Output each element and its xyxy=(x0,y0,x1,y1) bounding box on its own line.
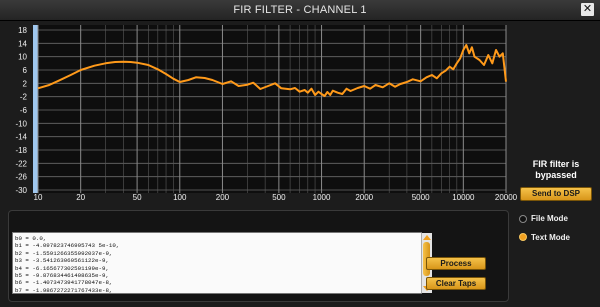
scroll-up-icon[interactable] xyxy=(423,235,431,240)
y-tick-label: 14 xyxy=(18,39,27,48)
x-axis-labels: 10 20 50 100 200 500 1000 2000 5000 10000 20000 xyxy=(34,193,518,200)
x-tick-label: 1000 xyxy=(313,193,331,200)
tap-line: b6 = -1.4073473941778047e-8, xyxy=(15,279,113,287)
y-tick-label: 2 xyxy=(23,79,28,88)
status-text: FIR filter is bypassed xyxy=(518,159,594,181)
clear-taps-button[interactable]: Clear Taps xyxy=(426,277,486,290)
file-mode-radio[interactable] xyxy=(519,215,527,223)
x-tick-label: 20 xyxy=(76,193,85,200)
text-mode-label: Text Mode xyxy=(531,233,570,242)
x-tick-label: 200 xyxy=(216,193,230,200)
file-mode-label: File Mode xyxy=(531,214,568,223)
x-tick-label: 2000 xyxy=(355,193,373,200)
title-bar: FIR FILTER - CHANNEL 1 ✕ xyxy=(0,0,600,21)
taps-textarea[interactable]: b0 = 0.0, b1 = -4.097823746995743 5e-10, b… xyxy=(12,232,432,294)
tap-line: b0 = 0.0, xyxy=(15,235,47,242)
plot-left-edge xyxy=(33,25,38,193)
x-tick-label: 10000 xyxy=(452,193,475,200)
text-mode-radio[interactable] xyxy=(519,233,527,241)
y-tick-label: 6 xyxy=(23,66,28,75)
fir-filter-window: FIR FILTER - CHANNEL 1 ✕ 18 14 10 6 2 -2 -6 -10… xyxy=(0,0,600,307)
tap-line: b4 = -6.165677302501199e-9, xyxy=(15,264,109,272)
y-tick-label: -6 xyxy=(20,106,28,115)
frequency-response-chart: 18 14 10 6 2 -2 -6 -10 -14 -18 -22 -26 -30 10 20 50 100… xyxy=(15,25,518,200)
y-tick-label: -14 xyxy=(15,133,27,142)
status-line-1: FIR filter is xyxy=(532,159,580,169)
x-tick-label: 5000 xyxy=(412,193,430,200)
x-tick-label: 20000 xyxy=(495,193,518,200)
y-tick-label: -26 xyxy=(15,173,27,182)
y-tick-label: -2 xyxy=(20,93,28,102)
tap-line: b5 = -9.876834461408635e-9, xyxy=(15,272,109,280)
y-tick-label: -30 xyxy=(15,186,27,195)
process-button[interactable]: Process xyxy=(426,257,486,270)
y-tick-label: 10 xyxy=(18,53,27,62)
window-title: FIR FILTER - CHANNEL 1 xyxy=(233,4,367,16)
y-tick-label: -18 xyxy=(15,146,27,155)
x-tick-label: 50 xyxy=(133,193,142,200)
x-tick-label: 10 xyxy=(34,193,43,200)
close-icon[interactable]: ✕ xyxy=(581,3,594,16)
tap-line: b3 = -3.541263060561122e-9, xyxy=(15,257,109,265)
tap-line: b1 = -4.097823746995743 5e-10, xyxy=(15,242,120,250)
y-tick-label: 18 xyxy=(18,26,27,35)
tap-line: b7 = -1.9867272271767433e-8, xyxy=(15,286,113,294)
x-tick-label: 500 xyxy=(272,193,286,200)
x-tick-label: 100 xyxy=(173,193,187,200)
plot-area xyxy=(33,25,506,193)
tap-line: b2 = -1.5591266355992037e-9, xyxy=(15,249,113,257)
status-line-2: bypassed xyxy=(535,170,577,180)
y-axis-labels: 18 14 10 6 2 -2 -6 -10 -14 -18 -22 -26 -30 xyxy=(15,26,27,195)
send-to-dsp-button[interactable]: Send to DSP xyxy=(520,187,592,201)
y-tick-label: -10 xyxy=(15,119,27,128)
taps-list: b0 = 0.0, b1 = -4.097823746995743 5e-10, b… xyxy=(13,233,421,294)
y-tick-label: -22 xyxy=(15,159,27,168)
